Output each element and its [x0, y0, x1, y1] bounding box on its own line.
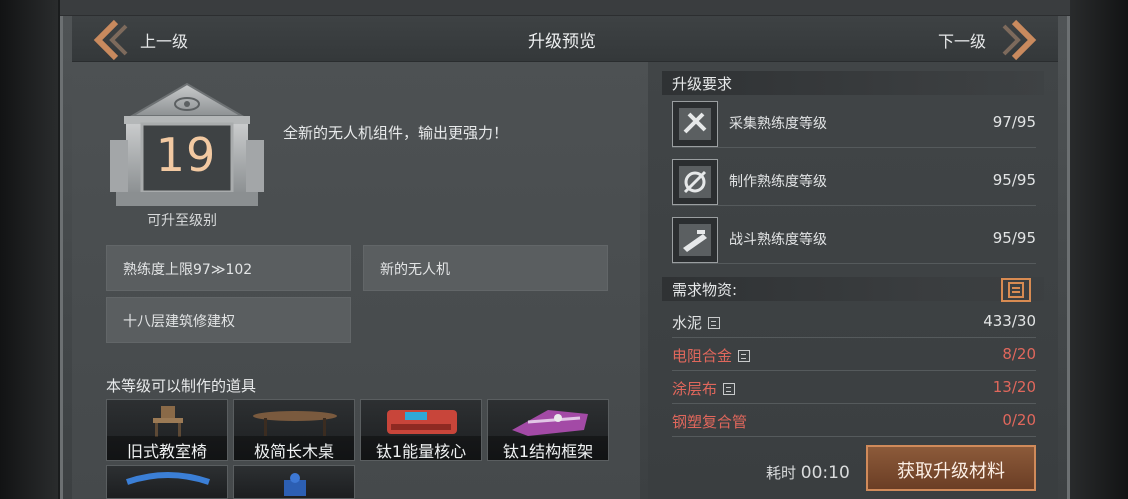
- craftable-item[interactable]: 钛1能量核心: [360, 399, 482, 461]
- material-name: 水泥: [672, 312, 721, 333]
- material-count: 0/20: [1002, 411, 1036, 429]
- requirement-row: 战斗熟练度等级 95/95: [672, 214, 1036, 264]
- requirement-name: 战斗熟练度等级: [729, 232, 827, 248]
- material-row[interactable]: 钢塑复合管 0/20: [672, 404, 1036, 437]
- material-name: 钢塑复合管: [672, 413, 748, 431]
- materials-title: 需求物资:: [662, 277, 1044, 301]
- acquire-materials-button[interactable]: 获取升级材料: [866, 445, 1036, 491]
- school-chair-icon: [153, 406, 183, 437]
- storage-box-icon[interactable]: [1001, 278, 1031, 302]
- requirements-title: 升级要求: [662, 71, 1044, 95]
- storage-box-icon: [738, 350, 751, 362]
- next-level-arrow-icon[interactable]: [1000, 18, 1040, 62]
- requirement-row: 采集熟练度等级 97/95: [672, 98, 1036, 148]
- craftable-item[interactable]: [233, 465, 355, 499]
- storage-box-icon: [723, 383, 736, 395]
- target-level-caption: 可升至级别: [147, 213, 217, 229]
- unlock-new-drone: 新的无人机: [363, 245, 608, 291]
- unlock-floor-build-permit: 十八层建筑修建权: [106, 297, 351, 343]
- craft-skill-icon: [672, 159, 718, 205]
- material-count: 13/20: [992, 378, 1036, 396]
- upgrade-time: 耗时 00:10: [766, 462, 850, 483]
- structure-frame-icon: [512, 410, 588, 436]
- requirement-value: 95/95: [992, 229, 1036, 247]
- material-row[interactable]: 涂层布 13/20: [672, 371, 1036, 404]
- requirement-name: 采集熟练度等级: [729, 116, 827, 132]
- item-label: 钛1能量核心: [361, 436, 481, 460]
- craftable-item[interactable]: 钛1结构框架: [487, 399, 609, 461]
- item-label: 旧式教室椅: [107, 436, 227, 460]
- craftable-items-title: 本等级可以制作的道具: [106, 377, 257, 395]
- item-label: 极简长木桌: [234, 436, 354, 460]
- background-right: [1068, 0, 1128, 499]
- background-left: [0, 0, 58, 499]
- gather-skill-icon: [672, 101, 718, 147]
- long-table-icon: [253, 411, 337, 436]
- requirement-name: 制作熟练度等级: [729, 174, 827, 190]
- craftable-item[interactable]: [106, 465, 228, 499]
- requirement-value: 95/95: [992, 171, 1036, 189]
- storage-box-icon: [708, 317, 721, 329]
- level-description: 全新的无人机组件，输出更强力！: [283, 124, 509, 142]
- next-level-button[interactable]: 下一级: [938, 28, 986, 52]
- combat-skill-icon: [672, 217, 718, 263]
- requirement-row: 制作熟练度等级 95/95: [672, 156, 1036, 206]
- blue-device-icon: [284, 473, 306, 496]
- blue-part-icon: [126, 472, 210, 485]
- material-name: 电阻合金: [672, 345, 751, 366]
- requirement-value: 97/95: [992, 113, 1036, 131]
- target-level-number: 19: [155, 128, 217, 182]
- material-row[interactable]: 水泥 433/30: [672, 305, 1036, 338]
- item-label: 钛1结构框架: [488, 436, 608, 460]
- panel-top-strip: [60, 0, 1070, 16]
- time-value: 00:10: [800, 463, 850, 483]
- energy-core-icon: [387, 410, 457, 434]
- material-row[interactable]: 电阻合金 8/20: [672, 338, 1036, 371]
- material-count: 8/20: [1002, 345, 1036, 363]
- material-count: 433/30: [983, 312, 1036, 330]
- craftable-item[interactable]: 极简长木桌: [233, 399, 355, 461]
- material-name: 涂层布: [672, 378, 736, 399]
- unlock-proficiency-cap: 熟练度上限97≫102: [106, 245, 351, 291]
- craftable-item[interactable]: 旧式教室椅: [106, 399, 228, 461]
- time-label: 耗时: [766, 464, 797, 482]
